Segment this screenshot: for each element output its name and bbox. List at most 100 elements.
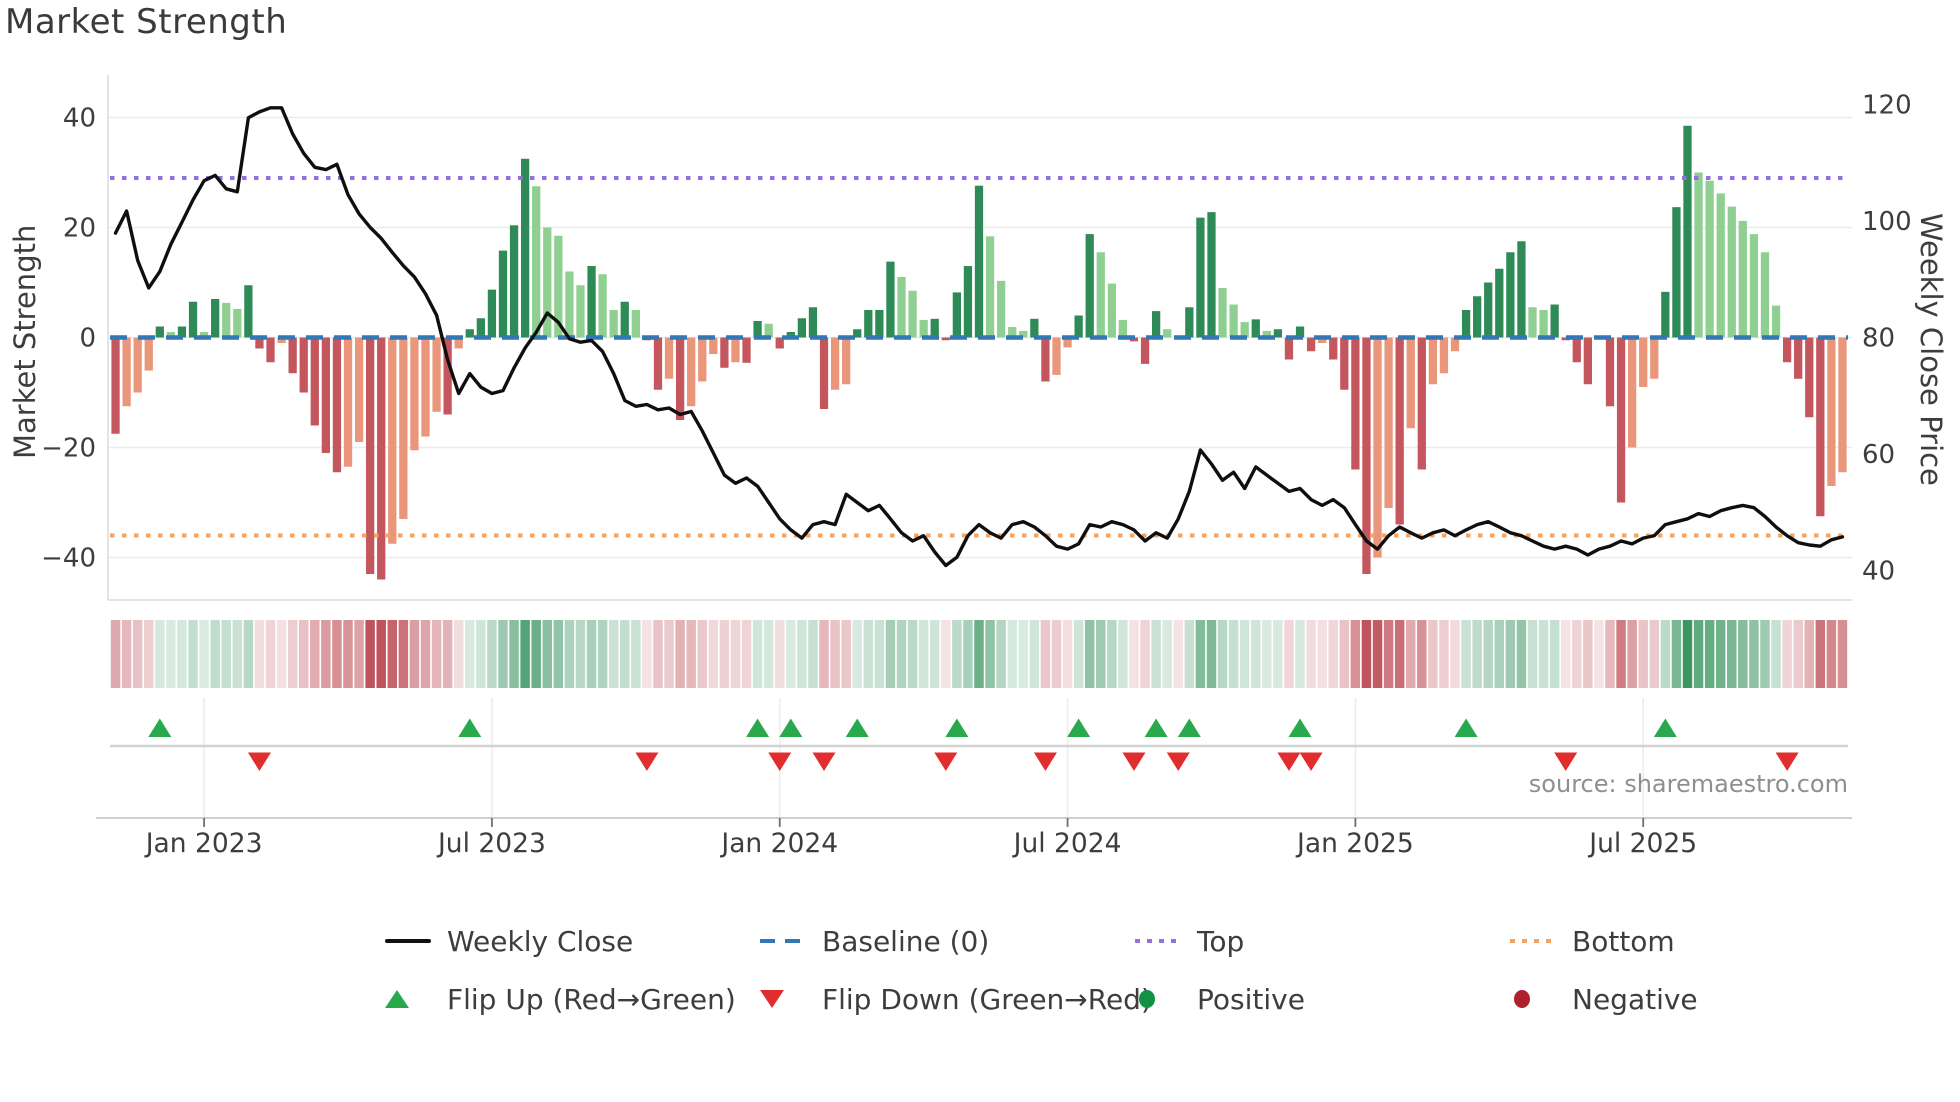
- flip-up-triangle-icon: [385, 990, 431, 1008]
- heatmap-cell: [664, 620, 674, 688]
- flip-up-marker: [1653, 718, 1677, 737]
- heatmap-cell: [442, 620, 453, 688]
- strength-bar: [1395, 337, 1404, 525]
- heatmap-cell: [1251, 620, 1261, 688]
- baseline-dash-icon: [760, 939, 806, 943]
- heatmap-cell: [287, 620, 298, 688]
- heatmap-cell: [1162, 620, 1172, 688]
- heatmap-cell: [1262, 620, 1272, 688]
- legend-label: Bottom: [1572, 924, 1675, 958]
- heatmap-cell: [1815, 620, 1826, 688]
- heatmap-cell: [476, 620, 486, 688]
- bottom-dotted-icon: [1510, 939, 1556, 943]
- legend-label: Weekly Close: [447, 924, 634, 958]
- source-credit: source: sharemaestro.com: [1529, 770, 1848, 798]
- heatmap-cell: [232, 620, 243, 688]
- heatmap-cell: [996, 620, 1006, 688]
- heatmap-cell: [276, 620, 287, 688]
- strength-bar: [1384, 337, 1393, 508]
- heatmap-cell: [398, 620, 409, 688]
- strength-bar: [1185, 307, 1194, 338]
- strength-bar: [864, 310, 873, 338]
- flip-up-marker: [845, 718, 869, 737]
- strength-bar: [366, 337, 375, 574]
- flip-down-marker: [934, 752, 958, 771]
- strength-bar: [1041, 337, 1050, 382]
- heatmap-cell: [907, 620, 918, 688]
- strength-bar: [997, 280, 1006, 338]
- strength-bar: [1428, 337, 1438, 385]
- strength-bar: [1782, 337, 1792, 363]
- heatmap-cell: [1472, 620, 1482, 688]
- strength-bar: [808, 307, 818, 338]
- heatmap-cell: [1195, 620, 1206, 688]
- strength-bar: [709, 337, 718, 354]
- left-axis-label: Market Strength: [8, 224, 42, 460]
- strength-bar: [1583, 337, 1592, 385]
- strength-bar: [1473, 296, 1482, 338]
- legend-item-flip-up: Flip Up (Red→Green): [385, 976, 760, 1022]
- heatmap-cell: [631, 620, 641, 688]
- heatmap-cell: [1715, 620, 1726, 688]
- strength-bar: [974, 185, 984, 338]
- strength-bar: [1661, 291, 1670, 338]
- strength-bar: [620, 301, 629, 338]
- strength-bar: [1506, 252, 1515, 338]
- heatmap-cell: [985, 620, 995, 688]
- legend: Weekly Close Baseline (0) Top Bottom Fli…: [385, 918, 1885, 1022]
- heatmap-cell: [586, 620, 597, 688]
- heatmap-cell: [1826, 620, 1837, 688]
- strength-bar: [1030, 318, 1039, 338]
- heatmap-cell: [1505, 620, 1516, 688]
- heatmap-cell: [1118, 620, 1128, 688]
- flip-down-marker: [1033, 752, 1057, 771]
- strength-bar: [963, 266, 973, 338]
- heatmap-cell: [1439, 620, 1449, 688]
- strength-bar: [1052, 337, 1061, 375]
- strength-bar: [1605, 337, 1615, 407]
- strength-bar: [886, 261, 895, 338]
- flip-up-marker: [1288, 718, 1312, 737]
- flip-up-marker: [779, 718, 803, 737]
- legend-label: Flip Down (Green→Red): [822, 982, 1152, 1016]
- heatmap-cell: [1350, 620, 1361, 688]
- strength-bar: [1284, 337, 1294, 360]
- legend-label: Baseline (0): [822, 924, 990, 958]
- flip-up-marker: [458, 718, 482, 737]
- heatmap-cell: [310, 620, 320, 688]
- right-tick-label: 120: [1862, 90, 1912, 120]
- heatmap-cell: [1328, 620, 1338, 688]
- strength-bar: [1650, 337, 1659, 379]
- strength-bar: [1351, 337, 1360, 470]
- strength-bar: [310, 337, 319, 426]
- heatmap-cell: [863, 620, 874, 688]
- strength-bar: [1805, 337, 1814, 418]
- flip-down-marker: [1299, 752, 1323, 771]
- heatmap-cell: [1394, 620, 1405, 688]
- flip-down-marker: [635, 752, 659, 771]
- strength-bar: [465, 329, 474, 338]
- heatmap-cell: [1616, 620, 1626, 688]
- heatmap-cell: [719, 620, 730, 688]
- heatmap-cell: [1361, 620, 1372, 688]
- strength-bar: [498, 250, 508, 338]
- heatmap-cell: [1140, 620, 1150, 688]
- flip-up-marker: [945, 718, 969, 737]
- strength-bar: [1140, 337, 1150, 364]
- strength-bar: [111, 337, 120, 434]
- left-tick-label: 20: [63, 214, 96, 244]
- heatmap-cell: [1417, 620, 1427, 688]
- heatmap-cell: [354, 620, 364, 688]
- strength-bar: [222, 302, 231, 338]
- heatmap-cell: [121, 620, 132, 688]
- page-title: Market Strength: [5, 2, 288, 42]
- heatmap-cell: [1184, 620, 1195, 688]
- strength-bar: [1495, 268, 1504, 338]
- strength-bar: [587, 266, 596, 338]
- strength-bar: [1627, 337, 1637, 448]
- heatmap-cell: [1538, 620, 1549, 688]
- strength-bar: [609, 310, 618, 338]
- strength-bar: [233, 308, 242, 338]
- strength-bar: [1406, 337, 1415, 429]
- top-dotted-icon: [1135, 939, 1181, 943]
